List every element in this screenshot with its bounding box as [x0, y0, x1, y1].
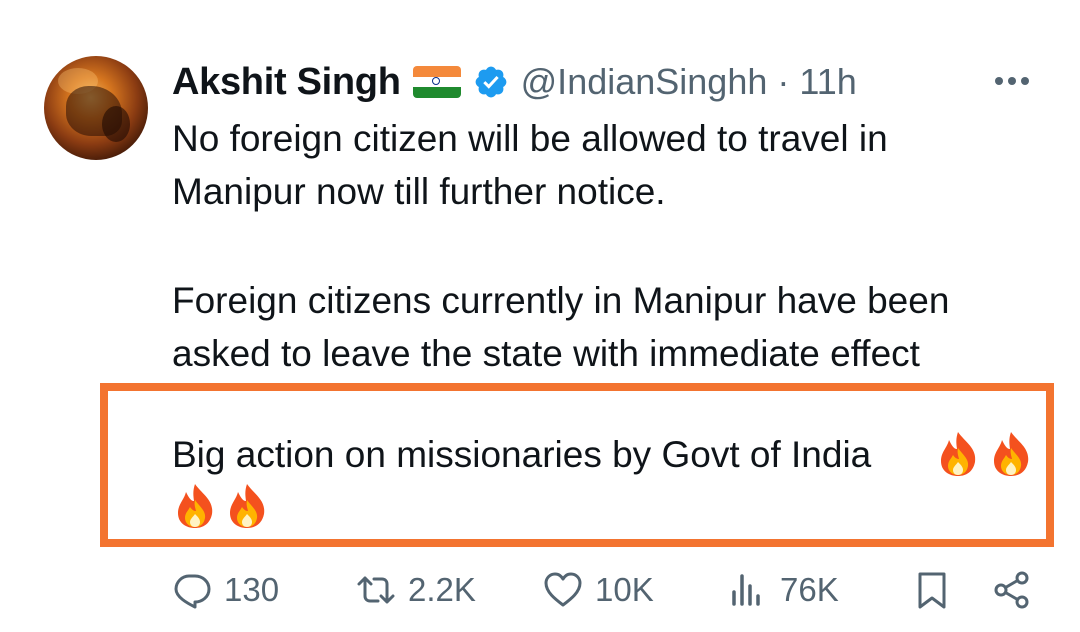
tweet-paragraph-1: No foreign citizen will be allowed to tr…	[172, 118, 888, 212]
views-icon	[732, 574, 760, 606]
tweet-actions-bar: 130 2.2K 10K 76K	[0, 560, 1080, 620]
share-button[interactable]	[992, 568, 1032, 612]
tweet-paragraph-2: Foreign citizens currently in Manipur ha…	[172, 280, 950, 374]
more-options-icon[interactable]	[990, 64, 1034, 98]
author-name[interactable]: Akshit Singh	[172, 61, 401, 104]
heart-icon	[544, 572, 582, 607]
repost-count: 2.2K	[408, 571, 476, 608]
highlight-box	[100, 383, 1054, 547]
like-button[interactable]: 10K	[543, 568, 654, 612]
avatar[interactable]	[44, 56, 148, 160]
like-count: 10K	[595, 571, 654, 608]
bookmark-icon	[918, 572, 946, 609]
views-button[interactable]: 76K	[728, 568, 839, 612]
author-handle[interactable]: @IndianSinghh	[521, 61, 768, 103]
verified-badge-icon[interactable]	[473, 64, 509, 100]
reply-count: 130	[224, 571, 280, 608]
repost-button[interactable]: 2.2K	[356, 568, 476, 612]
avatar-detail	[102, 106, 130, 142]
reply-icon	[174, 574, 211, 609]
share-icon	[994, 571, 1029, 609]
separator-dot: ·	[777, 61, 790, 102]
repost-icon	[357, 576, 395, 604]
reply-button[interactable]: 130	[172, 568, 279, 612]
india-flag-icon	[412, 66, 461, 98]
tweet-time[interactable]: 11h	[799, 61, 856, 103]
tweet-header: Akshit Singh @IndianSinghh · 11h	[172, 58, 857, 106]
bookmark-button[interactable]	[912, 568, 952, 612]
views-count: 76K	[780, 571, 839, 608]
